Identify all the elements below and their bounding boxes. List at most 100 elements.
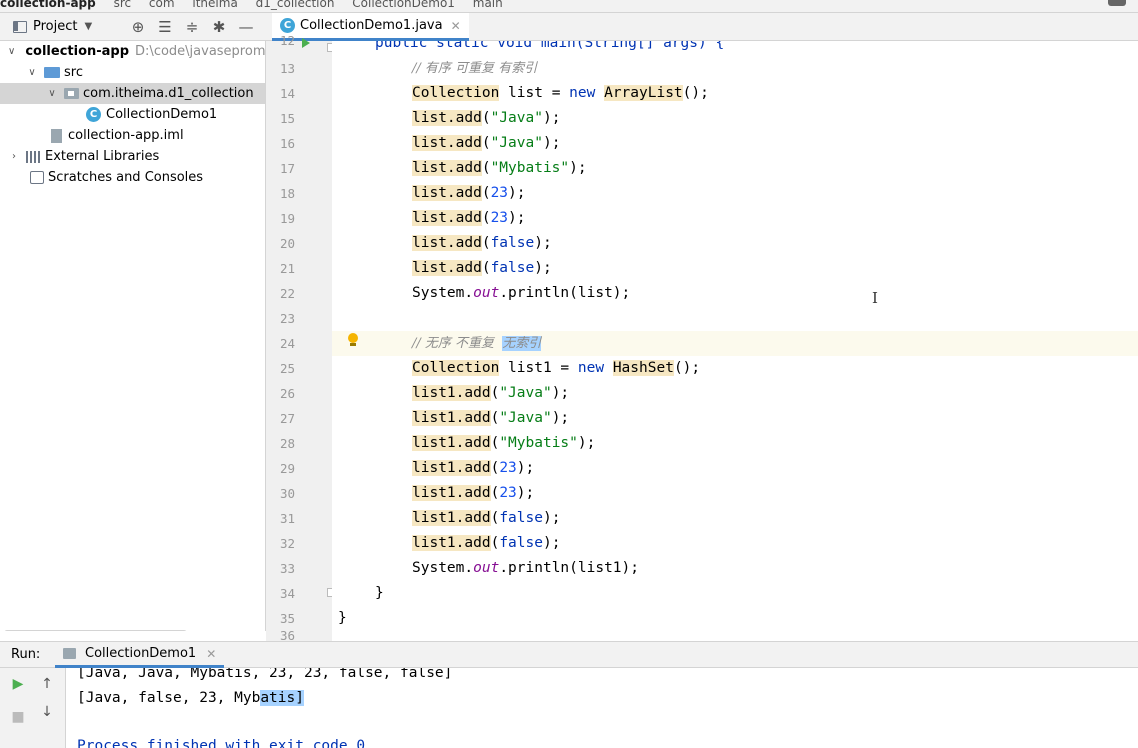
line-number: 22 [279,286,295,301]
chevron-right-icon[interactable]: › [8,151,20,162]
tree-item-external-libraries[interactable]: › External Libraries [0,146,265,167]
code-token: list.add [412,160,482,176]
run-panel-label: Run: [11,647,41,662]
tree-item-module[interactable]: ∨ collection-app D:\code\javasepromax\co… [0,41,265,62]
run-toolbar: ▶ ↑ ■ ↓ [0,668,66,748]
code-token: "Java" [490,110,543,126]
code-token: list.add [412,210,482,226]
line-number: 29 [279,461,295,476]
tab-collectiondemo1[interactable]: C CollectionDemo1.java ✕ [272,13,469,41]
chevron-down-icon[interactable]: ∨ [8,46,15,57]
line-number: 36 [279,631,295,641]
console-line: Process finished with exit code 0 [77,738,366,748]
run-panel-header: Run: CollectionDemo1 ✕ [0,641,1138,668]
breadcrumb-method[interactable]: main [473,0,503,10]
breadcrumb-com[interactable]: com [149,0,175,10]
code-token: new [577,360,605,376]
code-editor[interactable]: public static void main(String[] args) {… [332,41,1138,641]
project-panel-title: Project [33,19,78,34]
chevron-down-icon[interactable]: ∨ [46,88,58,99]
line-number: 16 [279,136,295,151]
code-token: "Java" [499,385,552,401]
code-token: ( [481,235,491,251]
code-token: ( [490,410,500,426]
code-token: list.add [412,185,482,201]
code-line-25: Collection list1 = new HashSet(); [332,356,1138,381]
code-token: 23 [490,210,509,226]
expand-all-icon[interactable]: ☰ [155,17,175,37]
code-token: ArrayList [604,85,683,101]
code-token: list1.add [412,485,491,501]
locate-icon[interactable]: ⊕ [128,17,148,37]
collapse-all-icon[interactable]: ≑ [182,17,202,37]
code-token: ( [481,110,491,126]
tree-item-package[interactable]: ∨ com.itheima.d1_collection [0,83,265,104]
tree-item-label: CollectionDemo1 [106,107,218,122]
code-token: System. [412,560,474,576]
lightbulb-icon[interactable] [347,333,359,347]
code-token: "Mybatis" [490,160,570,176]
code-token: ( [481,185,491,201]
run-tab-collectiondemo1[interactable]: CollectionDemo1 ✕ [55,642,225,668]
code-token: list = [499,85,570,101]
code-token: ( [481,135,491,151]
code-token: .println(list1); [499,560,639,576]
code-token: false [499,510,543,526]
tree-item-src[interactable]: ∨ src [0,62,265,83]
code-token: ); [542,110,561,126]
editor-tab-bar: C CollectionDemo1.java ✕ [266,13,1138,41]
code-token: public static void main(String[] args) { [375,41,725,51]
line-number: 31 [279,511,295,526]
gear-icon[interactable]: ✱ [209,17,229,37]
code-token: .println(list); [499,285,631,301]
breadcrumb-package[interactable]: d1_collection [256,0,335,10]
code-token: ( [481,160,491,176]
text-cursor-icon: I [872,289,878,307]
user-avatar-icon[interactable] [1108,0,1126,6]
tree-item-scratches[interactable]: Scratches and Consoles [0,167,265,188]
run-console-output[interactable]: [Java, Java, Mybatis, 23, 23, false, fal… [67,668,1138,748]
line-number: 20 [279,236,295,251]
close-icon[interactable]: ✕ [206,647,216,661]
tab-label: CollectionDemo1.java [300,18,443,33]
tree-horizontal-scrollbar[interactable] [4,630,187,631]
code-token: new [569,85,596,101]
code-token: ); [508,185,526,201]
tree-item-class[interactable]: C CollectionDemo1 [0,104,265,125]
chevron-down-icon[interactable]: ∨ [26,67,38,78]
tree-item-label: com.itheima.d1_collection [83,86,254,101]
arrow-up-icon[interactable]: ↑ [37,674,57,694]
close-icon[interactable]: ✕ [451,19,461,33]
code-line-15: list.add("Java"); [332,106,1138,131]
code-token: list1.add [412,510,491,526]
stop-icon[interactable]: ■ [8,707,28,727]
line-number: 13 [279,61,295,76]
code-line-31: list1.add(false); [332,506,1138,531]
code-line-30: list1.add(23); [332,481,1138,506]
line-number: 30 [279,486,295,501]
line-number: 18 [279,186,295,201]
code-token: ); [542,135,561,151]
rerun-icon[interactable]: ▶ [8,674,28,694]
code-token: false [499,535,543,551]
hide-icon[interactable]: — [236,17,256,37]
run-gutter-icon[interactable] [302,38,310,48]
arrow-down-icon[interactable]: ↓ [37,702,57,722]
scratches-icon [30,171,44,184]
run-tab-label: CollectionDemo1 [85,646,197,661]
selected-text: 无索引 [502,336,542,351]
code-token: 23 [499,485,517,501]
project-view-selector[interactable]: Project ▼ [13,19,92,34]
code-token: ); [516,485,535,501]
breadcrumb-project[interactable]: collection-app [0,0,96,10]
tree-item-label: collection-app.iml [68,128,184,143]
breadcrumb-src[interactable]: src [114,0,132,10]
code-line-28: list1.add("Mybatis"); [332,431,1138,456]
tree-item-iml[interactable]: collection-app.iml [0,125,265,146]
breadcrumb-class[interactable]: CollectionDemo1 [352,0,455,10]
code-line-14: Collection list = new ArrayList(); [332,81,1138,106]
code-token: Collection [412,360,500,376]
line-number: 32 [279,536,295,551]
breadcrumb-itheima[interactable]: itheima [192,0,237,10]
line-number: 17 [279,161,295,176]
